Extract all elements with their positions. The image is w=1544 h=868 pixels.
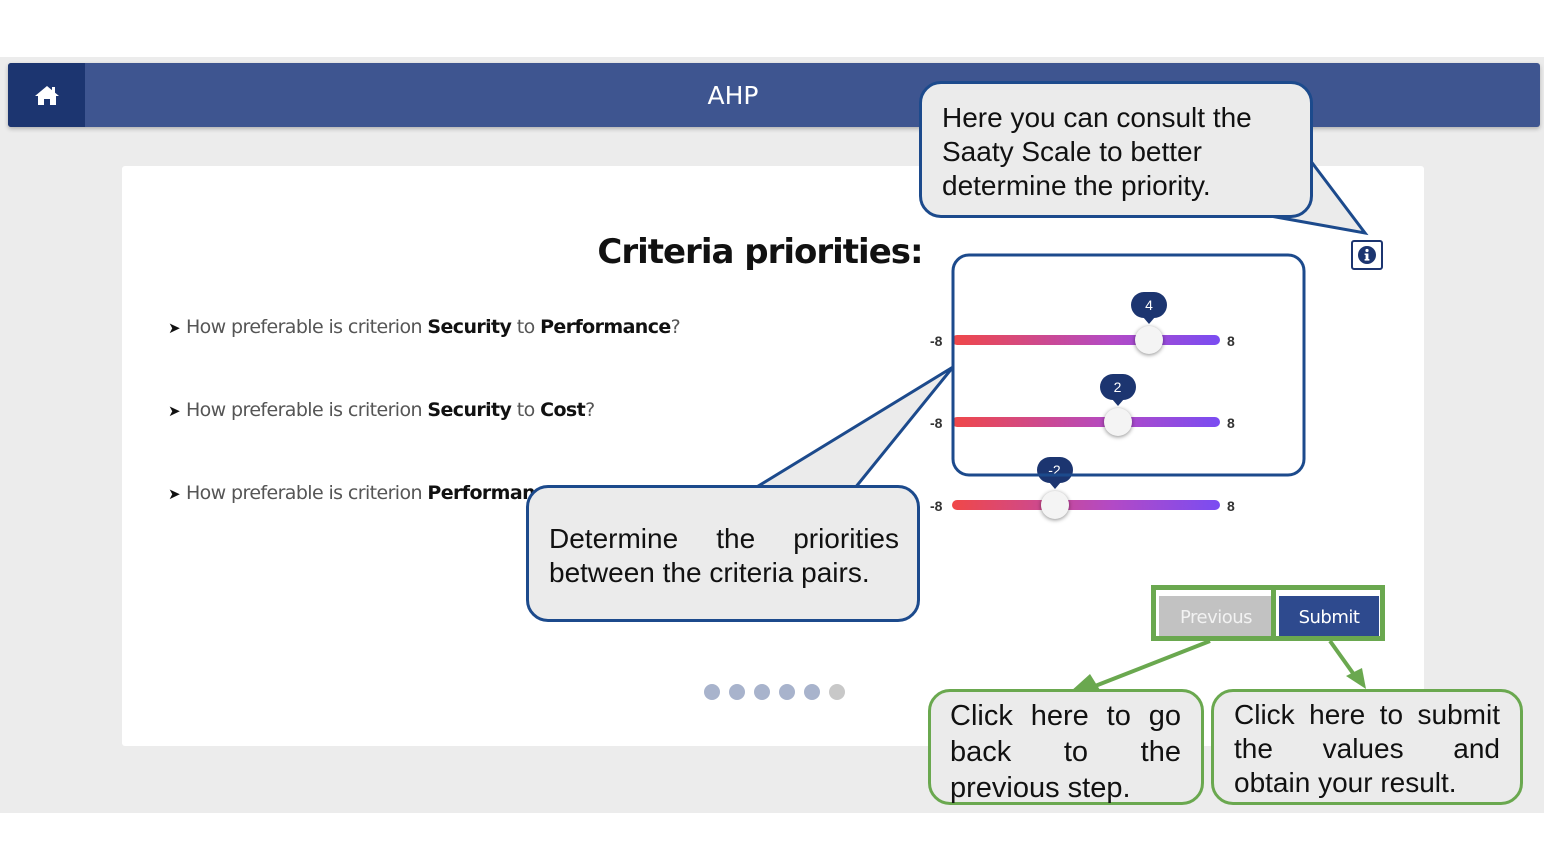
saaty-scale-callout: Here you can consult the Saaty Scale to … [919, 81, 1313, 218]
submit-highlight-box [1271, 585, 1385, 641]
callout-text: Click here to submit the values and obta… [1234, 699, 1500, 798]
submit-pointer-arrowhead [1346, 668, 1366, 689]
criteria-priorities-callout: Determine the priorities between the cri… [526, 485, 920, 622]
callout-text: Click here to go back to the previous st… [950, 700, 1181, 804]
previous-highlight-box [1151, 585, 1276, 641]
previous-step-callout: Click here to go back to the previous st… [928, 689, 1204, 805]
previous-pointer-line [1089, 639, 1211, 690]
priorities-callout-pointer [749, 365, 955, 490]
slider-highlight-box [951, 253, 1306, 477]
callout-text: Here you can consult the Saaty Scale to … [942, 102, 1252, 201]
submit-result-callout: Click here to submit the values and obta… [1211, 689, 1523, 805]
callout-text: Determine the priorities between the cri… [549, 523, 899, 588]
submit-pointer-line [1328, 639, 1357, 678]
